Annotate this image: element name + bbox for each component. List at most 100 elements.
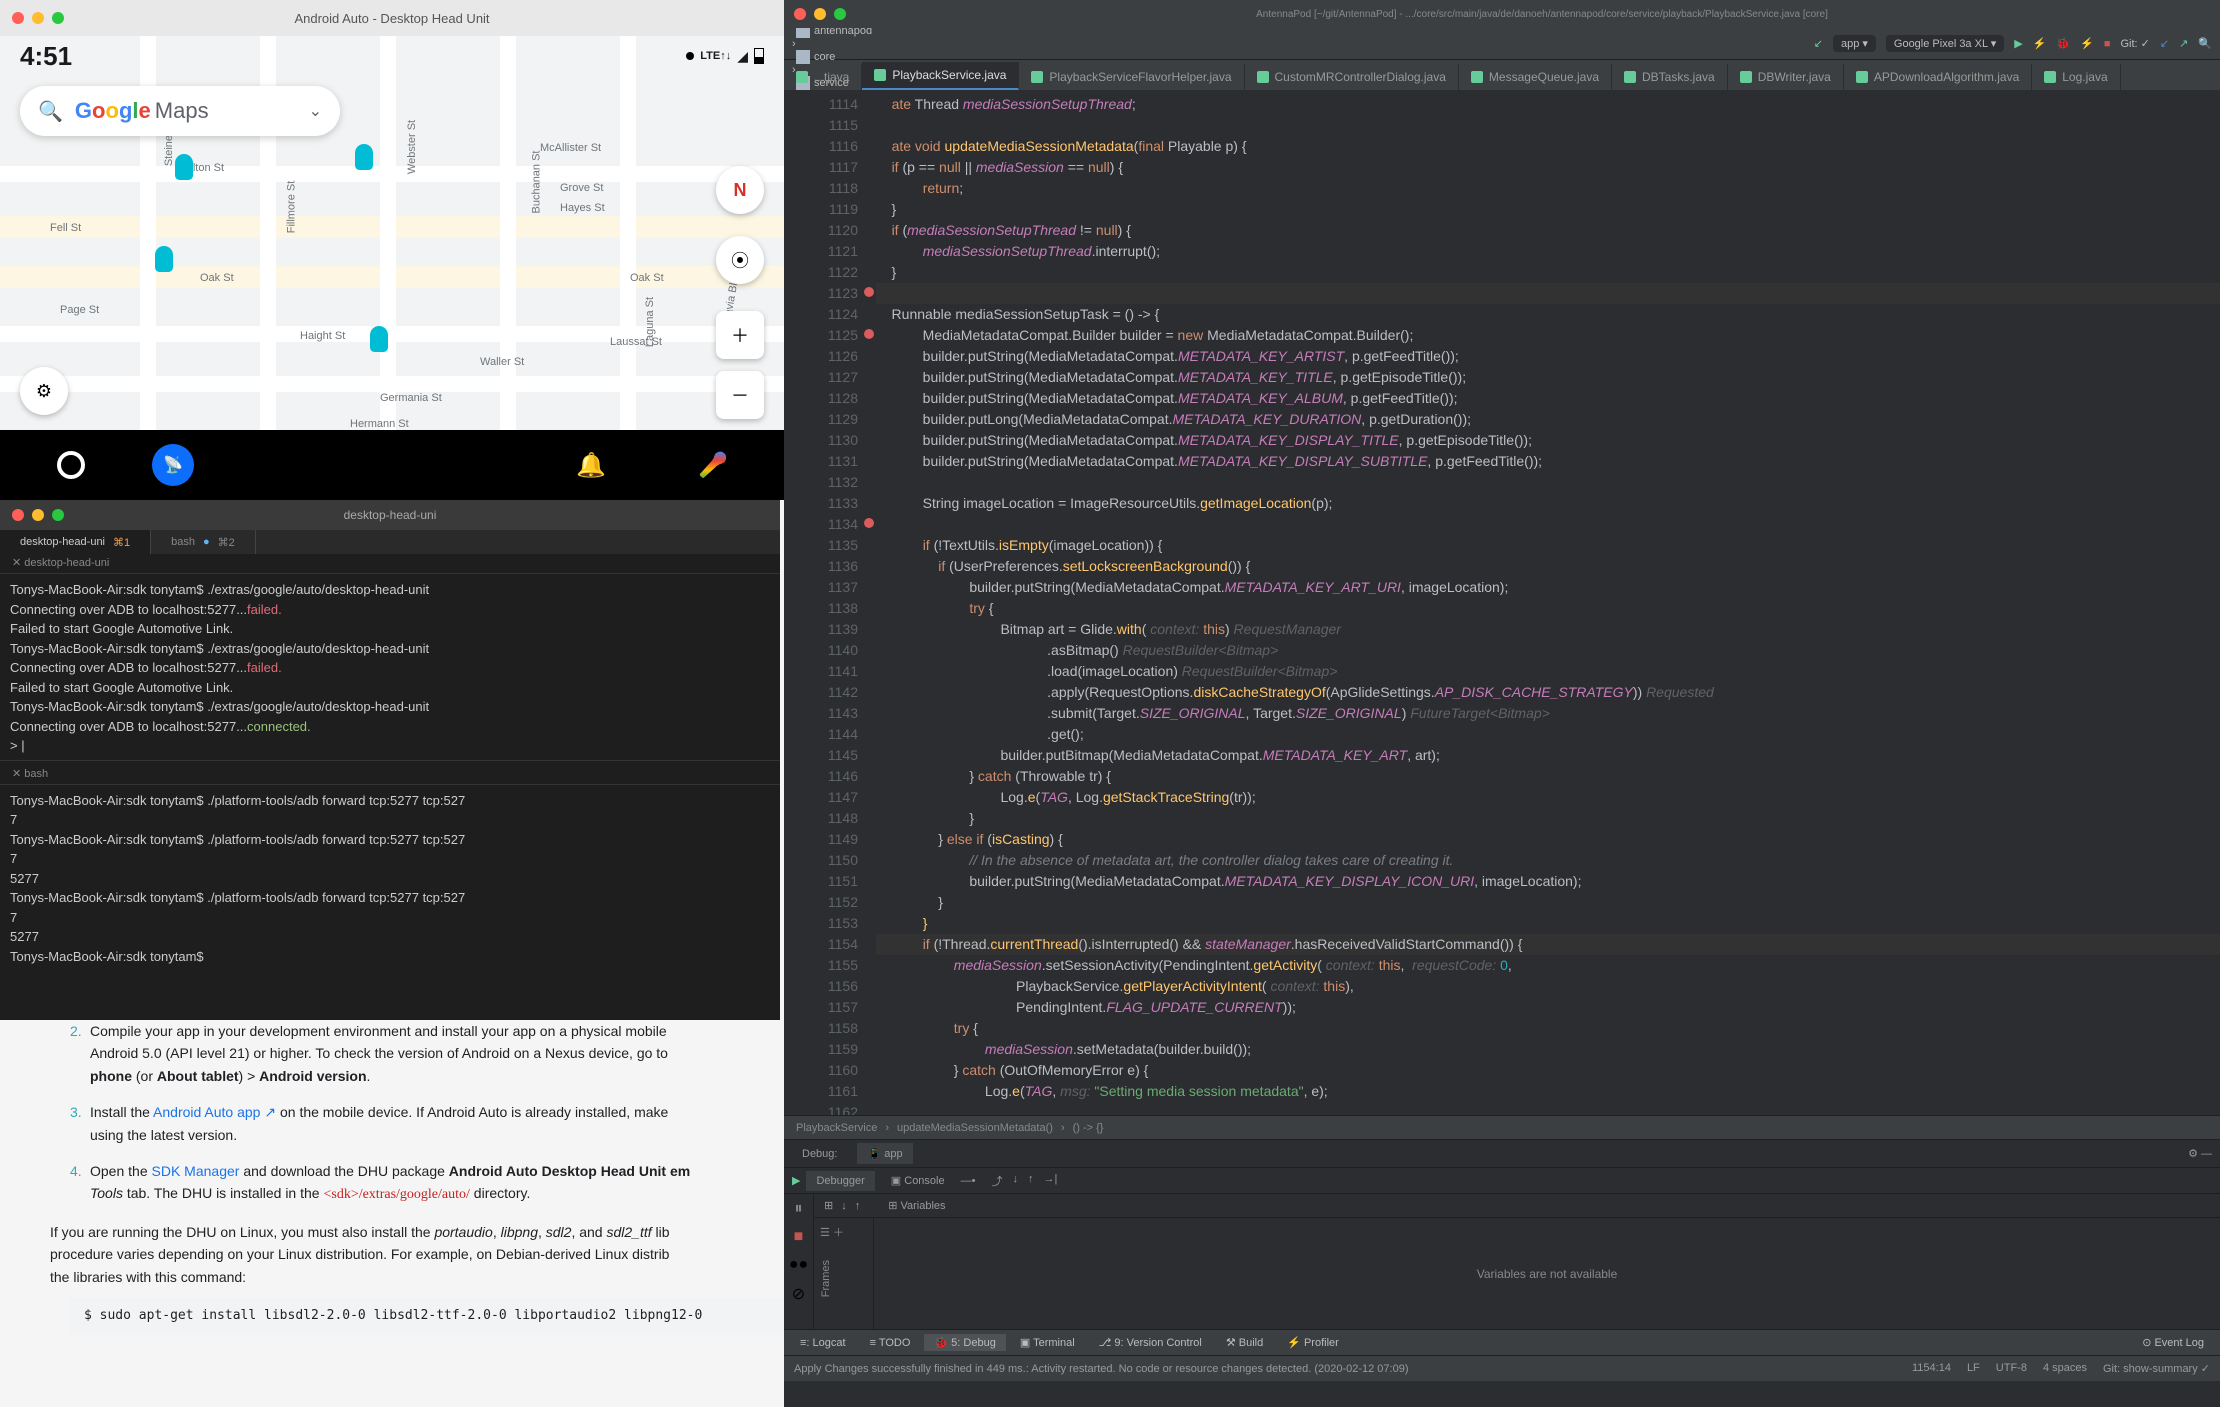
debug-tab-app[interactable]: 📱 app bbox=[857, 1143, 912, 1164]
tool-window-tab[interactable]: ⚒ Build bbox=[1216, 1334, 1273, 1351]
run-config-dropdown[interactable]: app ▾ bbox=[1833, 35, 1876, 52]
step-over-icon[interactable]: ⤴ bbox=[991, 1173, 1002, 1189]
minimize-icon[interactable] bbox=[32, 509, 44, 521]
android-auto-link[interactable]: Android Auto app ↗ bbox=[153, 1104, 276, 1120]
editor-gutter[interactable]: 1114111511161117111811191120112111221123… bbox=[784, 90, 876, 1115]
sdk-manager-link[interactable]: SDK Manager bbox=[152, 1163, 240, 1179]
tool-window-tab[interactable]: ▣ Terminal bbox=[1010, 1334, 1085, 1351]
status-item[interactable]: UTF-8 bbox=[1996, 1362, 2027, 1375]
status-item[interactable]: LF bbox=[1967, 1362, 1980, 1375]
map-marker-icon[interactable] bbox=[355, 144, 373, 170]
debugger-subtab[interactable]: Debugger bbox=[806, 1171, 874, 1191]
step-into-icon[interactable]: ↓ bbox=[1012, 1173, 1018, 1189]
chevron-down-icon[interactable]: ⌄ bbox=[309, 101, 322, 121]
clock-label: 4:51 bbox=[20, 41, 72, 72]
editor-tab[interactable]: PlaybackService.java bbox=[862, 62, 1019, 90]
close-icon[interactable] bbox=[794, 8, 806, 20]
editor-tab[interactable]: CustomMRControllerDialog.java bbox=[1245, 64, 1459, 90]
search-icon: 🔍 bbox=[38, 99, 63, 124]
tool-window-tab[interactable]: ≡: Logcat bbox=[790, 1335, 856, 1351]
git-push-icon[interactable]: ↗ bbox=[2179, 37, 2188, 50]
tool-window-tab[interactable]: ⚡ Profiler bbox=[1277, 1334, 1349, 1351]
step-out-icon[interactable]: ↑ bbox=[1028, 1173, 1034, 1189]
ide-titlebar: AntennaPod [~/git/AntennaPod] - .../core… bbox=[784, 0, 2220, 28]
editor-tab[interactable]: ...tjava bbox=[784, 64, 862, 90]
profile-icon[interactable]: ⚡ bbox=[2080, 37, 2094, 50]
run-to-cursor-icon[interactable]: →| bbox=[1043, 1173, 1057, 1189]
maps-search-bar[interactable]: 🔍 Google Maps ⌄ bbox=[20, 86, 340, 136]
terminal-title: desktop-head-uni bbox=[344, 508, 437, 522]
street-label: Hayes St bbox=[560, 202, 605, 214]
status-item[interactable]: 4 spaces bbox=[2043, 1362, 2087, 1375]
editor-tab[interactable]: DBTasks.java bbox=[1612, 64, 1728, 90]
search-icon[interactable]: 🔍 bbox=[2198, 37, 2212, 50]
street-label: Grove St bbox=[560, 182, 603, 194]
tool-window-tab[interactable]: ⎇ 9: Version Control bbox=[1089, 1334, 1212, 1351]
dhu-window: Android Auto - Desktop Head Unit Fell St… bbox=[0, 0, 784, 500]
nav-launcher-button[interactable] bbox=[50, 444, 92, 486]
locate-button[interactable]: ⦿ bbox=[716, 236, 764, 284]
minimize-icon[interactable] bbox=[814, 8, 826, 20]
close-icon[interactable] bbox=[12, 12, 24, 24]
doc-content: 2.Compile your app in your development e… bbox=[70, 1020, 784, 1335]
run-icon[interactable]: ▶ bbox=[2014, 37, 2022, 50]
map-marker-icon[interactable] bbox=[155, 246, 173, 272]
editor-area[interactable]: 1114111511161117111811191120112111221123… bbox=[784, 90, 2220, 1115]
terminal-tab-1[interactable]: desktop-head-uni⌘1 bbox=[0, 530, 151, 554]
maximize-icon[interactable] bbox=[834, 8, 846, 20]
status-item[interactable]: 1154:14 bbox=[1912, 1362, 1951, 1375]
close-icon[interactable] bbox=[12, 509, 24, 521]
doc-step-4: 4.Open the SDK Manager and download the … bbox=[70, 1160, 784, 1207]
console-subtab[interactable]: ▣ Console bbox=[881, 1170, 955, 1191]
stop-icon[interactable]: ■ bbox=[794, 1228, 804, 1246]
zoom-in-button[interactable]: ＋ bbox=[716, 311, 764, 359]
debug-settings-icon[interactable]: ⚙ — bbox=[2188, 1147, 2212, 1160]
event-log-tab[interactable]: ⊙ Event Log bbox=[2132, 1334, 2214, 1351]
debug-resume-icon[interactable]: ▶ bbox=[792, 1174, 800, 1187]
doc-step-2: 2.Compile your app in your development e… bbox=[70, 1020, 784, 1087]
variables-pane[interactable]: Variables are not available bbox=[874, 1218, 2220, 1329]
street-label: Page St bbox=[60, 304, 99, 316]
editor-tab[interactable]: DBWriter.java bbox=[1728, 64, 1844, 90]
mute-breakpoints-icon[interactable]: ⊘ bbox=[792, 1284, 805, 1304]
editor-tab[interactable]: Log.java bbox=[2032, 64, 2120, 90]
stop-icon[interactable]: ■ bbox=[2104, 38, 2111, 50]
map-marker-icon[interactable] bbox=[175, 154, 193, 180]
zoom-out-button[interactable]: － bbox=[716, 371, 764, 419]
editor-tab[interactable]: APDownloadAlgorithm.java bbox=[1844, 64, 2032, 90]
nav-voice-button[interactable]: 🎤 bbox=[692, 444, 734, 486]
terminal-pane-1[interactable]: Tonys-MacBook-Air:sdk tonytam$ ./extras/… bbox=[0, 574, 780, 761]
pause-icon[interactable]: ⏸ bbox=[794, 1200, 802, 1218]
settings-button[interactable]: ⚙ bbox=[20, 367, 68, 415]
add-config-icon[interactable]: ↙ bbox=[1814, 37, 1823, 50]
map-marker-icon[interactable] bbox=[370, 326, 388, 352]
frames-pane[interactable]: ☰ ＋ Frames bbox=[814, 1218, 874, 1329]
terminal-subtab[interactable]: ✕ desktop-head-uni bbox=[0, 554, 121, 573]
terminal-tab-2[interactable]: bash●⌘2 bbox=[151, 530, 256, 554]
debug-icon[interactable]: 🐞 bbox=[2056, 37, 2070, 50]
minimize-icon[interactable] bbox=[32, 12, 44, 24]
git-pull-icon[interactable]: ↙ bbox=[2160, 37, 2169, 50]
terminal-pane-2[interactable]: Tonys-MacBook-Air:sdk tonytam$ ./platfor… bbox=[0, 785, 780, 973]
street-label: Hermann St bbox=[350, 418, 409, 430]
maximize-icon[interactable] bbox=[52, 509, 64, 521]
status-item[interactable]: Git: show-summary ✓ bbox=[2103, 1362, 2210, 1375]
street-label: Fillmore St bbox=[285, 181, 297, 234]
terminal-subtab[interactable]: ✕ bash bbox=[0, 765, 60, 784]
editor-tabs: ...tjavaPlaybackService.javaPlaybackServ… bbox=[784, 60, 2220, 90]
device-dropdown[interactable]: Google Pixel 3a XL ▾ bbox=[1886, 35, 2004, 52]
compass-button[interactable]: N bbox=[716, 166, 764, 214]
nav-maps-button[interactable]: 📡 bbox=[152, 444, 194, 486]
editor-tab[interactable]: PlaybackServiceFlavorHelper.java bbox=[1019, 64, 1244, 90]
maximize-icon[interactable] bbox=[52, 12, 64, 24]
tool-window-tab[interactable]: 🐞 5: Debug bbox=[924, 1334, 1005, 1351]
street-label: Laussat St bbox=[610, 336, 662, 348]
view-breakpoints-icon[interactable]: ●● bbox=[789, 1256, 808, 1274]
tool-window-tab[interactable]: ≡ TODO bbox=[860, 1335, 921, 1351]
street-label: Oak St bbox=[200, 272, 234, 284]
nav-notifications-button[interactable]: 🔔 bbox=[570, 444, 612, 486]
apply-changes-icon[interactable]: ⚡ bbox=[2033, 37, 2047, 50]
editor-code[interactable]: ate Thread mediaSessionSetupThread; ate … bbox=[876, 90, 2220, 1115]
street-label: Buchanan St bbox=[531, 151, 543, 214]
editor-tab[interactable]: MessageQueue.java bbox=[1459, 64, 1612, 90]
